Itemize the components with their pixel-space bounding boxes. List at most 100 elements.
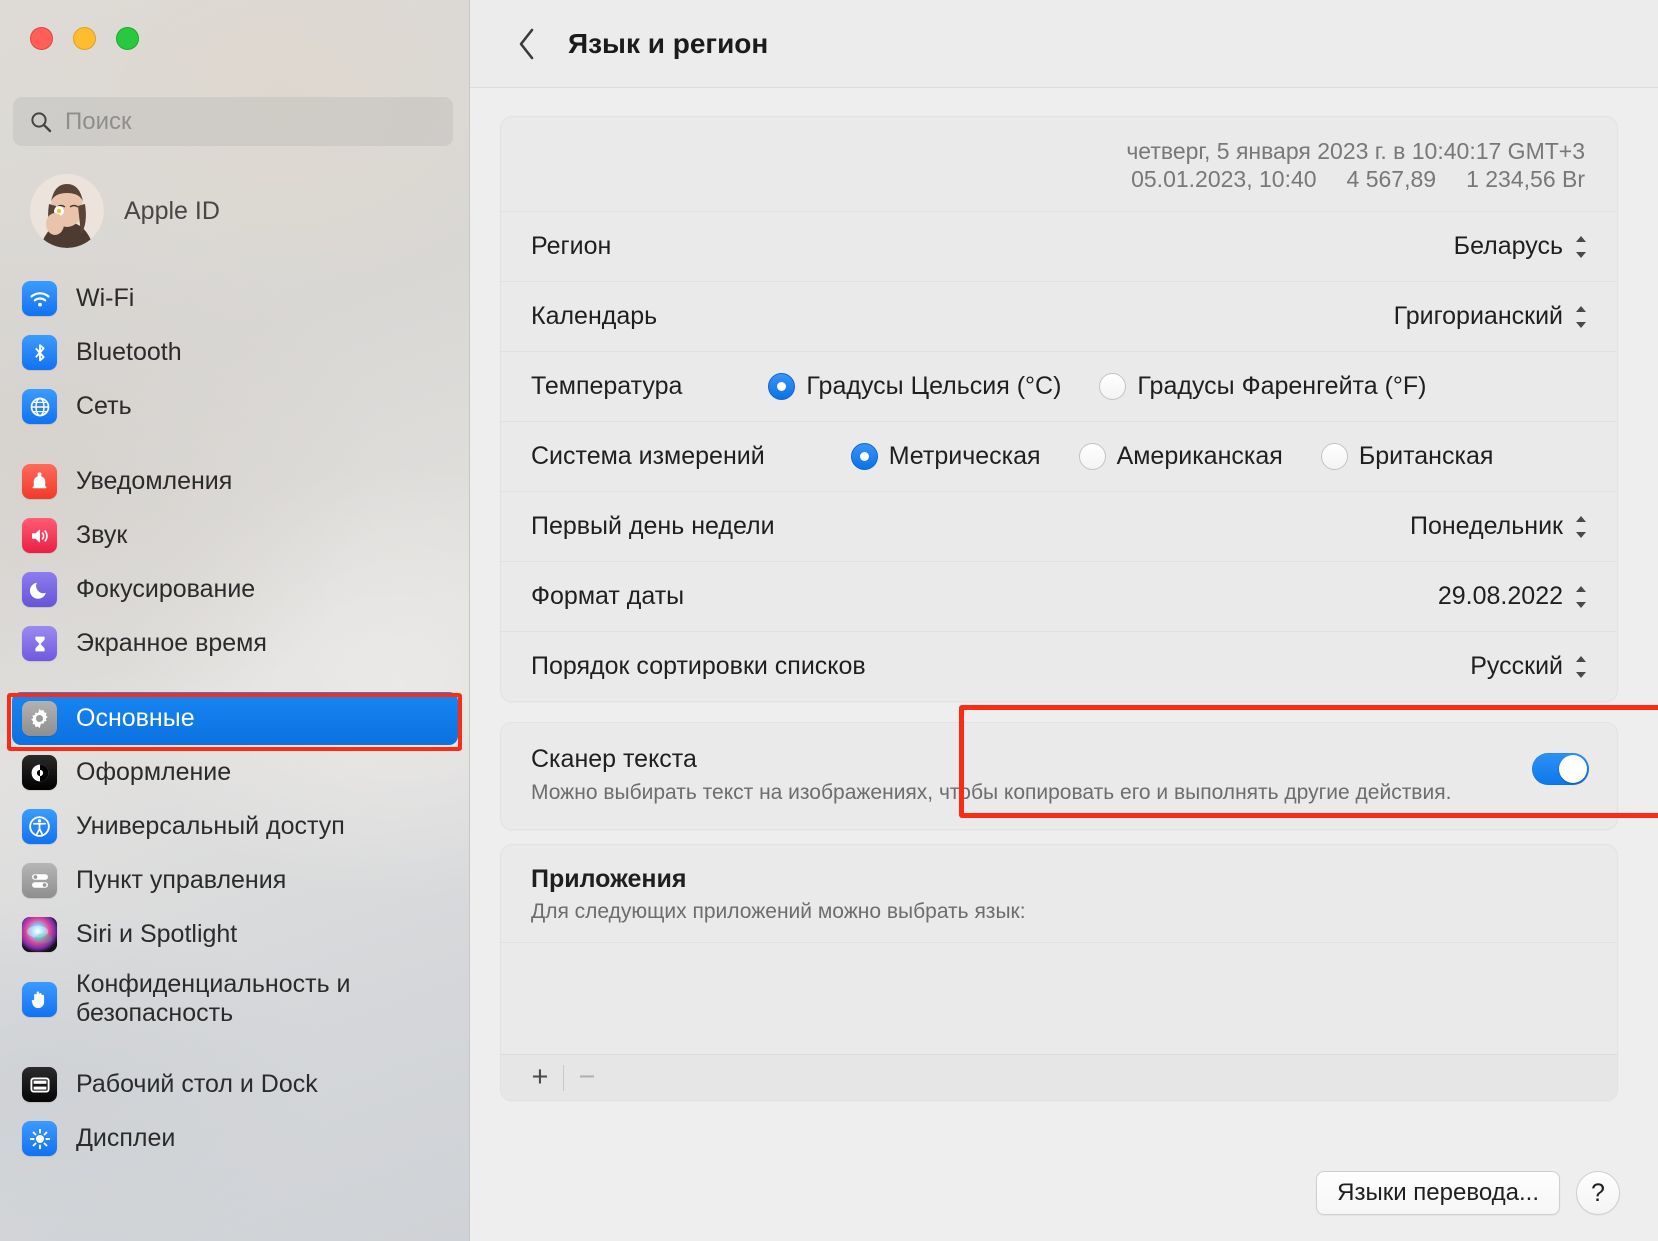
footer-divider xyxy=(563,1064,564,1091)
main-panel: Язык и регион четверг, 5 января 2023 г. … xyxy=(470,0,1658,1241)
sidebar-item-control-center[interactable]: Пункт управления xyxy=(12,854,458,907)
apple-id-label: Apple ID xyxy=(124,196,220,225)
search-input[interactable] xyxy=(65,107,437,136)
measurement-option-uk[interactable]: Британская xyxy=(1320,442,1494,471)
network-globe-icon xyxy=(22,389,57,424)
hourglass-icon xyxy=(22,626,57,661)
gear-icon xyxy=(22,701,57,736)
sidebar-item-label: Оформление xyxy=(76,758,232,786)
sidebar-group-system: Уведомления Звук Фокусирование Экранное … xyxy=(12,455,458,670)
sidebar-item-label: Конфиденциальность и безопасность xyxy=(76,970,351,1027)
radio-button[interactable] xyxy=(768,373,796,401)
moon-icon xyxy=(22,572,57,607)
back-button[interactable] xyxy=(510,24,544,64)
sidebar-item-appearance[interactable]: Оформление xyxy=(12,746,458,799)
sidebar-item-label: Универсальный доступ xyxy=(76,812,345,840)
siri-icon xyxy=(22,917,57,952)
sidebar-item-sound[interactable]: Звук xyxy=(12,509,458,562)
sidebar-item-wifi[interactable]: Wi-Fi xyxy=(12,272,458,325)
sidebar-item-label: Рабочий стол и Dock xyxy=(76,1070,318,1098)
measurement-option-us[interactable]: Американская xyxy=(1078,442,1283,471)
accessibility-icon xyxy=(22,809,57,844)
radio-label: Градусы Фаренгейта (°F) xyxy=(1137,372,1427,401)
format-preview: четверг, 5 января 2023 г. в 10:40:17 GMT… xyxy=(501,117,1617,211)
preview-long-date: четверг, 5 января 2023 г. в 10:40:17 GMT… xyxy=(1126,138,1585,164)
date-format-select[interactable]: 29.08.2022 xyxy=(1438,582,1589,611)
translation-languages-button[interactable]: Языки перевода... xyxy=(1316,1171,1560,1215)
radio-button[interactable] xyxy=(850,443,878,471)
bluetooth-icon xyxy=(22,335,57,370)
row-label: Порядок сортировки списков xyxy=(531,652,866,681)
region-select[interactable]: Беларусь xyxy=(1454,232,1589,261)
first-day-select[interactable]: Понедельник xyxy=(1410,512,1589,541)
sidebar-item-label: Фокусирование xyxy=(76,575,256,603)
apple-id-row[interactable]: Apple ID xyxy=(22,172,452,250)
first-day-value: Понедельник xyxy=(1409,512,1563,541)
sidebar-item-focus[interactable]: Фокусирование xyxy=(12,563,458,616)
sidebar-item-general[interactable]: Основные xyxy=(12,692,458,745)
text-scanner-texts: Сканер текста Можно выбирать текст на из… xyxy=(531,745,1532,805)
close-button[interactable] xyxy=(30,27,53,50)
radio-button[interactable] xyxy=(1320,443,1348,471)
row-calendar: Календарь Григорианский xyxy=(501,281,1617,351)
preview-short-date: 05.01.2023, 10:40 xyxy=(1131,166,1317,193)
sidebar-nav: Wi-Fi Bluetooth Сеть Уведомления Звук Фо… xyxy=(12,272,458,1187)
temperature-option-celsius[interactable]: Градусы Цельсия (°C) xyxy=(768,372,1061,401)
preview-short-line: 05.01.2023, 10:40 4 567,89 1 234,56 Br xyxy=(533,165,1585,193)
sidebar: Apple ID Wi-Fi xyxy=(0,0,470,1241)
zoom-button[interactable] xyxy=(116,27,139,50)
toggle-knob xyxy=(1559,755,1587,784)
text-scanner-title: Сканер текста xyxy=(531,745,697,774)
add-app-button[interactable]: + xyxy=(521,1059,559,1097)
sidebar-item-desktop-dock[interactable]: Рабочий стол и Dock xyxy=(12,1058,458,1111)
sort-order-select[interactable]: Русский xyxy=(1470,652,1589,681)
apps-list[interactable] xyxy=(501,942,1617,1054)
remove-app-button: − xyxy=(578,1061,596,1094)
search-field[interactable] xyxy=(13,97,453,146)
search-icon xyxy=(31,111,52,132)
radio-button[interactable] xyxy=(1099,373,1127,401)
sidebar-item-bluetooth[interactable]: Bluetooth xyxy=(12,326,458,379)
sidebar-group-desktop: Рабочий стол и Dock Дисплеи xyxy=(12,1058,458,1165)
wifi-icon xyxy=(22,281,57,316)
page-title: Язык и регион xyxy=(568,27,769,59)
sidebar-item-label: Экранное время xyxy=(76,629,267,657)
chevron-up-down-icon xyxy=(1576,655,1586,678)
apps-subtitle: Для следующих приложений можно выбрать я… xyxy=(531,900,1026,924)
help-button[interactable]: ? xyxy=(1576,1171,1620,1215)
bell-icon xyxy=(22,464,57,499)
sidebar-item-accessibility[interactable]: Универсальный доступ xyxy=(12,800,458,853)
bottom-action-bar: Языки перевода... ? xyxy=(1316,1171,1620,1215)
sidebar-item-notifications[interactable]: Уведомления xyxy=(12,455,458,508)
chevron-up-down-icon xyxy=(1576,305,1586,328)
calendar-select[interactable]: Григорианский xyxy=(1394,302,1589,331)
sidebar-item-label: Сеть xyxy=(76,392,132,420)
measurement-option-metric[interactable]: Метрическая xyxy=(850,442,1041,471)
apps-header: Приложения Для следующих приложений можн… xyxy=(501,845,1617,942)
radio-label: Британская xyxy=(1358,442,1494,471)
sidebar-item-label: Bluetooth xyxy=(76,338,182,366)
row-label: Система измерений xyxy=(531,442,765,471)
preview-currency: 1 234,56 Br xyxy=(1466,166,1585,193)
text-scanner-description: Можно выбирать текст на изображениях, чт… xyxy=(531,781,1452,805)
apps-footer: + − xyxy=(501,1054,1617,1101)
radio-label: Американская xyxy=(1116,442,1283,471)
region-value: Беларусь xyxy=(1453,232,1563,261)
apps-card: Приложения Для следующих приложений можн… xyxy=(500,844,1618,1102)
sidebar-item-network[interactable]: Сеть xyxy=(12,380,458,433)
radio-button[interactable] xyxy=(1078,443,1106,471)
row-label: Первый день недели xyxy=(531,512,775,541)
sidebar-item-siri-spotlight[interactable]: Siri и Spotlight xyxy=(12,908,458,961)
desktop-dock-icon xyxy=(22,1067,57,1102)
sidebar-group-connectivity: Wi-Fi Bluetooth Сеть xyxy=(12,272,458,433)
sort-order-value: Русский xyxy=(1470,652,1563,681)
sidebar-item-label: Дисплеи xyxy=(76,1124,176,1152)
row-label: Температура xyxy=(531,372,683,401)
temperature-option-fahrenheit[interactable]: Градусы Фаренгейта (°F) xyxy=(1099,372,1426,401)
sidebar-item-displays[interactable]: Дисплеи xyxy=(12,1112,458,1165)
speaker-icon xyxy=(22,518,57,553)
text-scanner-toggle[interactable] xyxy=(1532,753,1589,786)
sidebar-item-screen-time[interactable]: Экранное время xyxy=(12,617,458,670)
sidebar-item-privacy-security[interactable]: Конфиденциальность и безопасность xyxy=(12,962,458,1036)
minimize-button[interactable] xyxy=(73,27,96,50)
